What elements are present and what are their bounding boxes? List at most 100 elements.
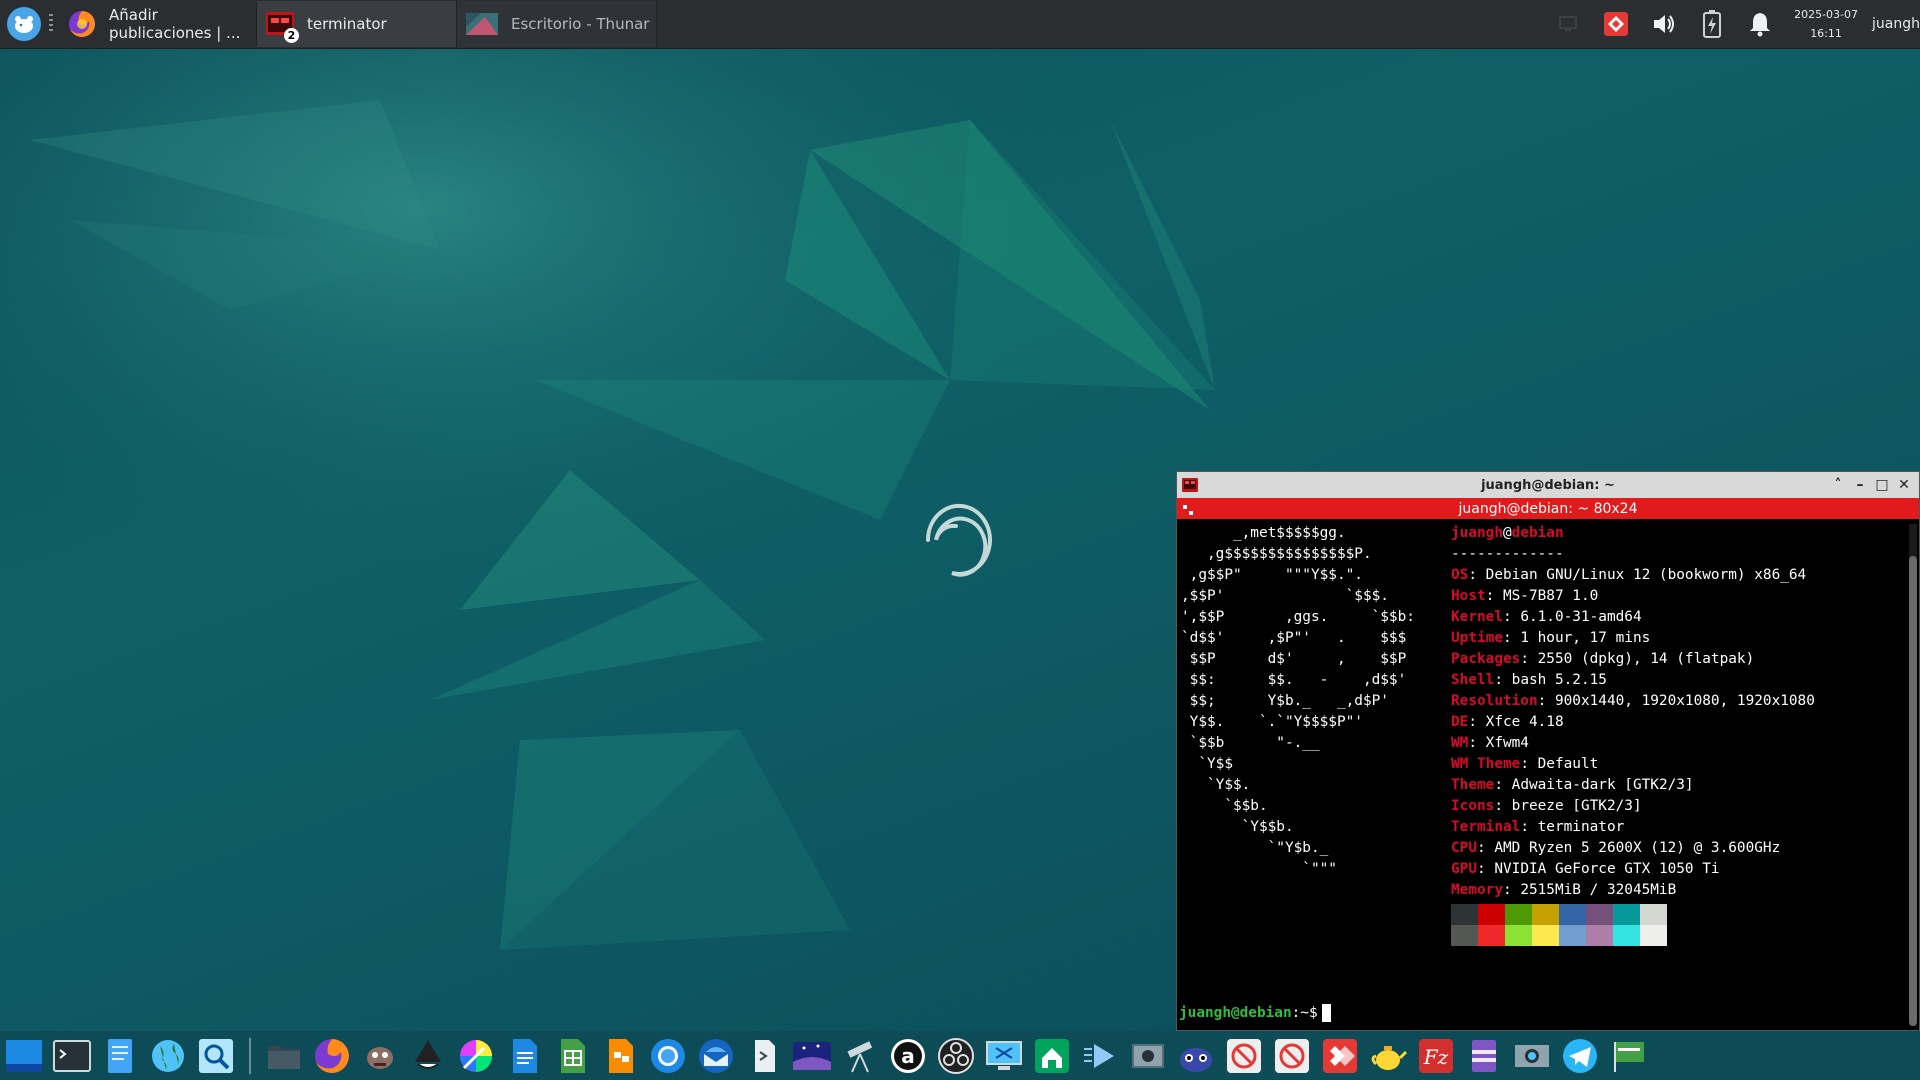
terminal-body[interactable]: _,met$$$$$gg. ,g$$$$$$$$$$$$$$$P. ,g$$P"… [1177,520,1905,1030]
prompt-user-host: juangh@debian [1179,1005,1292,1021]
top-panel: Añadir publicaciones | ... 2 terminator [0,0,1920,49]
game-icon[interactable] [1176,1036,1216,1076]
remote-desktop-icon[interactable] [984,1036,1024,1076]
info-value: Debian GNU/Linux 12 (bookworm) x86_64 [1485,567,1807,583]
palette-swatch [1478,925,1505,946]
neofetch-header: juangh@debian [1451,523,1815,544]
chromium-icon[interactable] [648,1036,688,1076]
inkscape-icon[interactable] [408,1036,448,1076]
terminator-icon [1181,476,1199,494]
info-value: terminator [1537,819,1625,835]
logo-line: `Y$$ [1181,756,1233,772]
info-key: WM Theme [1451,756,1521,772]
house-icon[interactable] [1032,1036,1072,1076]
tab-title: juangh@debian: ~ 80x24 [1458,500,1638,517]
volume-icon[interactable] [1649,9,1679,39]
info-key: Icons [1451,798,1495,814]
desktop[interactable]: Añadir publicaciones | ... 2 terminator [0,0,1920,1080]
palette-swatch [1586,904,1613,925]
info-key: CPU [1451,840,1477,856]
display-icon[interactable] [1553,9,1583,39]
whisker-menu-button[interactable] [7,7,41,41]
info-value: MS-7B87 1.0 [1502,588,1599,604]
palette-swatch [1478,904,1505,925]
logo-line: `"Y$b._ [1181,840,1329,856]
blocked-app-icon[interactable] [1272,1036,1312,1076]
telegram-icon[interactable] [1560,1036,1600,1076]
shade-window-button[interactable]: ˄ [1827,477,1849,493]
logo-line: `Y$$. [1181,777,1251,793]
tab-grip-icon[interactable] [1183,503,1193,515]
battery-power-icon[interactable] [1697,9,1727,39]
logo-line: _,met$$$$$gg. [1181,525,1346,541]
window-titlebar[interactable]: juangh@debian: ~ ˄ – □ ✕ [1177,472,1919,498]
neofetch-info: juangh@debian ------------- OS: Debian G… [1451,523,1815,901]
info-value: bash 5.2.15 [1511,672,1607,688]
logo-line: Y$$. `.`"Y$$$$P"' [1181,714,1363,730]
script-icon[interactable] [744,1036,784,1076]
notifications-bell-icon[interactable] [1745,9,1775,39]
neofetch-rule: ------------- [1451,546,1564,562]
calc-icon[interactable] [552,1036,592,1076]
media-player-icon[interactable] [1080,1036,1120,1076]
anydesk-icon[interactable] [1320,1036,1360,1076]
archive-icon[interactable] [1464,1036,1504,1076]
info-row: CPU: AMD Ryzen 5 2600X (12) @ 3.600GHz [1451,840,1781,856]
clock-time: 16:11 [1810,27,1842,40]
task-thunar[interactable]: Escritorio - Thunar [457,1,657,47]
text-editor-icon[interactable] [100,1036,140,1076]
color-picker-icon[interactable] [456,1036,496,1076]
terminal-tab[interactable]: juangh@debian: ~ 80x24 [1177,498,1919,519]
info-key: Memory [1451,882,1503,898]
info-value: Xfwm4 [1485,735,1529,751]
minimize-button[interactable]: – [1849,477,1871,493]
flag-app-icon[interactable] [1608,1036,1648,1076]
palette-swatch [1640,904,1667,925]
close-button[interactable]: ✕ [1893,477,1915,493]
app-finder-icon[interactable] [196,1036,236,1076]
info-value: Adwaita-dark [GTK2/3] [1511,777,1694,793]
clock[interactable]: 2025-03-07 16:11 [1794,5,1858,43]
screenshot-icon[interactable] [1512,1036,1552,1076]
window-count-badge: 2 [284,28,299,43]
color-palette [1451,904,1667,946]
web-browser-icon[interactable] [148,1036,188,1076]
show-desktop-icon[interactable] [4,1036,44,1076]
firefox-icon[interactable] [312,1036,352,1076]
maximize-button[interactable]: □ [1871,477,1893,493]
task-firefox[interactable]: Añadir publicaciones | ... [59,1,257,47]
anydesk-tray-icon[interactable] [1601,9,1631,39]
shell-prompt[interactable]: juangh@debian:~$ [1179,1003,1331,1024]
gimp-icon[interactable] [360,1036,400,1076]
info-row: Icons: breeze [GTK2/3] [1451,798,1642,814]
thunderbird-icon[interactable] [696,1036,736,1076]
info-value: 2515MiB / 32045MiB [1520,882,1677,898]
stellarium-icon[interactable] [792,1036,832,1076]
info-key: Terminal [1451,819,1521,835]
file-manager-icon[interactable] [264,1036,304,1076]
scrollbar-thumb[interactable] [1909,556,1917,1026]
palette-swatch [1586,925,1613,946]
terminal-icon[interactable] [52,1036,92,1076]
system-tray: 2025-03-07 16:11 juangh [1544,0,1920,48]
video-editor-icon[interactable] [1128,1036,1168,1076]
writer-icon[interactable] [504,1036,544,1076]
filezilla-icon[interactable]: Fz [1416,1036,1456,1076]
logo-line: ,g$$P" """Y$$.". [1181,567,1363,583]
telescope-icon[interactable] [840,1036,880,1076]
teapot-icon[interactable] [1368,1036,1408,1076]
blocked-app-icon[interactable] [1224,1036,1264,1076]
palette-swatch [1613,925,1640,946]
info-row: Host: MS-7B87 1.0 [1451,588,1599,604]
info-row: Uptime: 1 hour, 17 mins [1451,630,1651,646]
firefox-icon [67,9,97,39]
logo-line: ',$$P ,ggs. `$$b: [1181,609,1415,625]
info-key: OS [1451,567,1469,583]
terminator-window[interactable]: juangh@debian: ~ ˄ – □ ✕ juangh@debian: … [1176,471,1920,1031]
impress-icon[interactable] [600,1036,640,1076]
user-menu[interactable]: juangh [1872,16,1920,32]
info-row: Resolution: 900x1440, 1920x1080, 1920x10… [1451,693,1815,709]
obs-icon[interactable] [936,1036,976,1076]
task-terminator[interactable]: 2 terminator [257,1,457,47]
audacity-icon[interactable]: a [888,1036,928,1076]
